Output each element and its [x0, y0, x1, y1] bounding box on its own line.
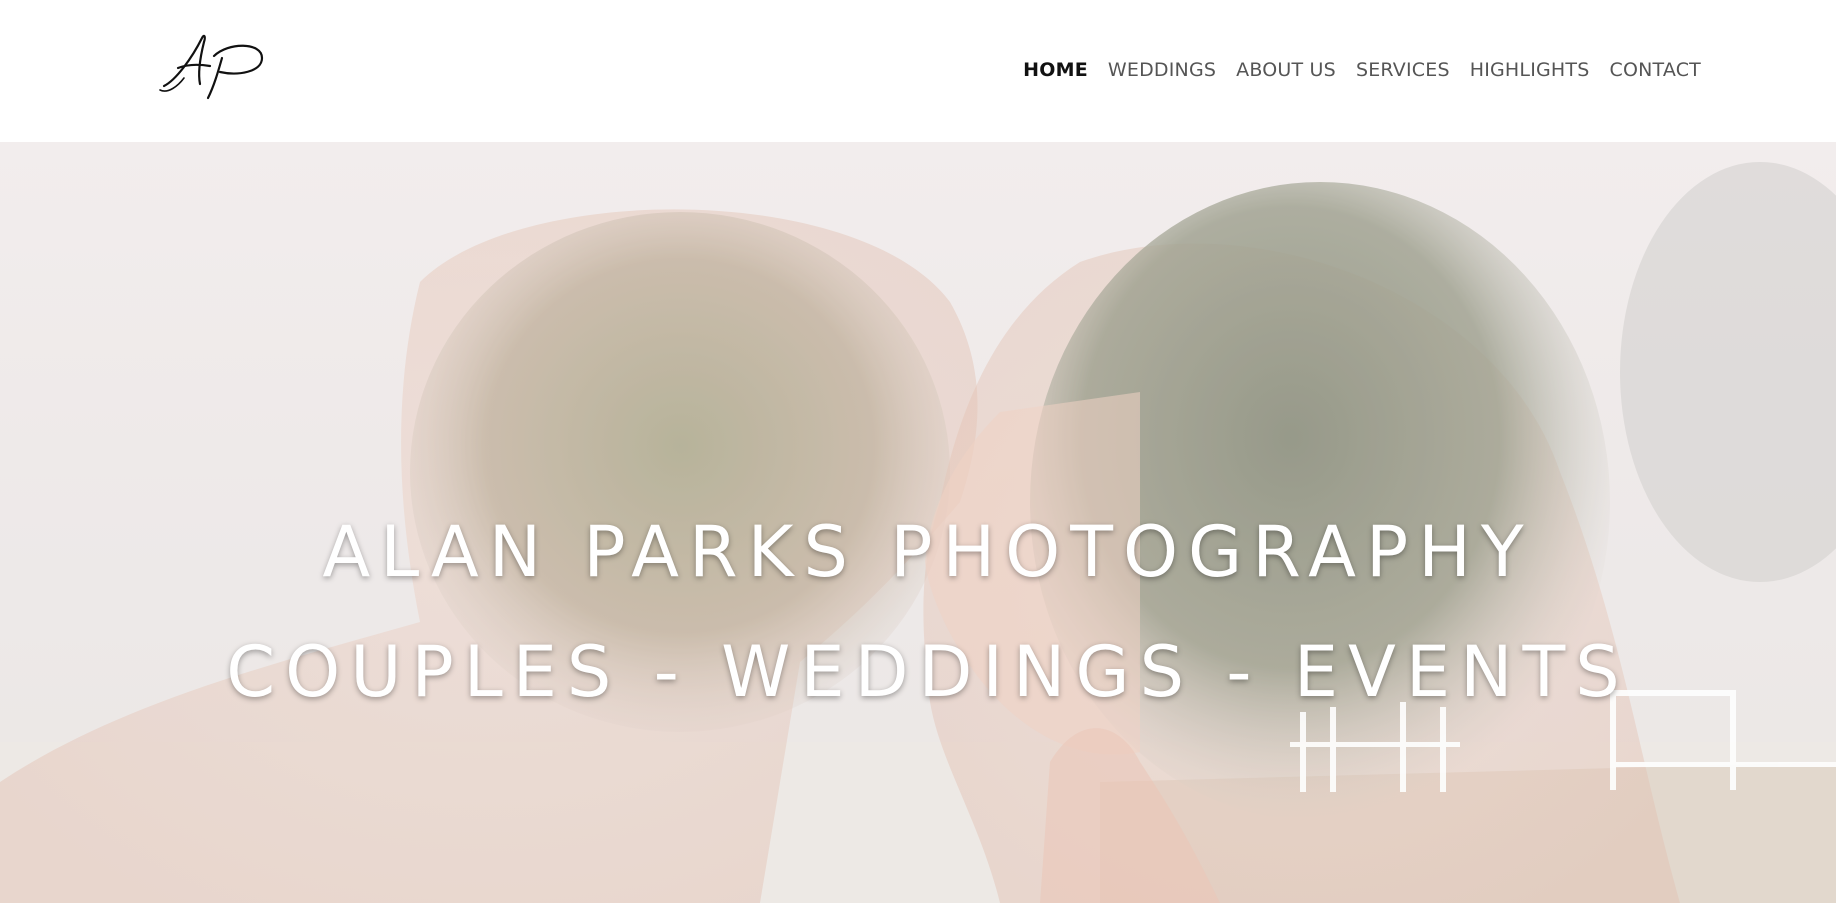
nav-about-us[interactable]: ABOUT US	[1236, 56, 1336, 84]
site-header: HOME WEDDINGS ABOUT US SERVICES HIGHLIGH…	[0, 0, 1836, 142]
hero-section: ALAN PARKS PHOTOGRAPHY COUPLES - WEDDING…	[0, 142, 1836, 903]
nav-highlights[interactable]: HIGHLIGHTS	[1470, 56, 1590, 84]
site-logo[interactable]	[158, 28, 270, 100]
nav-contact[interactable]: CONTACT	[1609, 56, 1701, 84]
nav-services[interactable]: SERVICES	[1356, 56, 1450, 84]
nav-weddings[interactable]: WEDDINGS	[1108, 56, 1216, 84]
nav-home[interactable]: HOME	[1023, 56, 1088, 84]
main-nav: HOME WEDDINGS ABOUT US SERVICES HIGHLIGH…	[1023, 56, 1701, 84]
hero-subtitle: COUPLES - WEDDINGS - EVENTS	[226, 631, 1630, 713]
hero-title: ALAN PARKS PHOTOGRAPHY	[322, 511, 1534, 593]
